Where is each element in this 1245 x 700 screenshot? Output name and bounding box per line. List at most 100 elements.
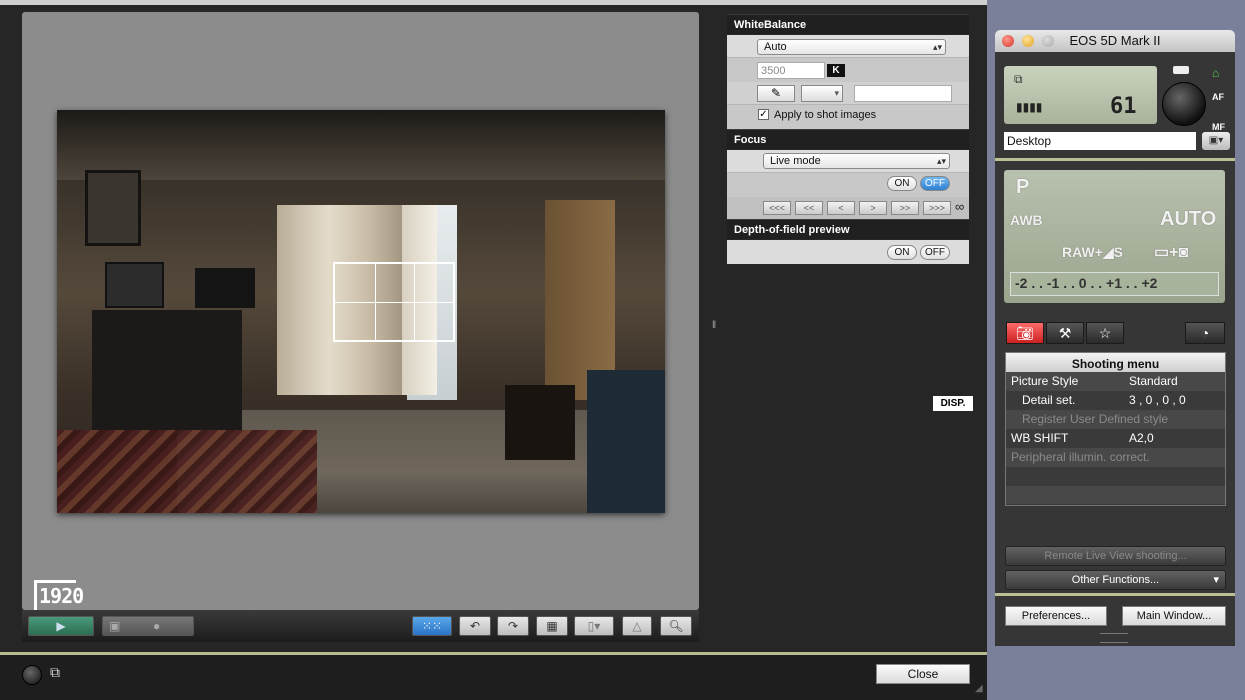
focus-on-button[interactable]: ON	[887, 176, 917, 191]
disp-badge[interactable]: DISP.	[933, 396, 973, 411]
photo-stool	[505, 385, 575, 460]
wb-preset-field[interactable]	[854, 85, 952, 102]
whitebalance-panel: Auto ▴▾ 3500 K ✎ ▾ ✓ Apply to shot images	[727, 35, 969, 129]
kelvin-input[interactable]: 3500	[757, 62, 825, 79]
infinity-icon: ∞	[955, 199, 965, 214]
zoom-icon[interactable]: 🔍︎	[660, 616, 692, 636]
menu-row-peripheral[interactable]: Peripheral illumin. correct.	[1006, 448, 1225, 467]
focus-near-2-button[interactable]: <<	[795, 201, 823, 215]
photo-rug	[57, 430, 317, 513]
tab-setup-icon[interactable]: ⚒	[1046, 322, 1084, 344]
shooting-menu-title: Shooting menu	[1006, 353, 1225, 372]
eyedropper-icon[interactable]: ✎	[757, 85, 795, 102]
camera-resize-grip-icon[interactable]	[1100, 633, 1128, 643]
zoom-window-icon[interactable]	[1042, 35, 1054, 47]
menu-key: Register User Defined style	[1022, 412, 1169, 426]
af-frame[interactable]	[333, 262, 455, 342]
wb-mode-select[interactable]: Auto ▴▾	[757, 39, 946, 55]
menu-key: Picture Style	[1011, 374, 1079, 388]
focus-panel: Live mode ▴▾ ON OFF <<< << < > >> >>> ∞	[727, 150, 969, 220]
close-button[interactable]: Close	[876, 664, 970, 684]
live-view-toolbar: ▶ ▣ ● ⁙⁙ ↶ ↷ ▦ ▯▾ △ 🔍︎	[22, 610, 699, 642]
photo-desk	[92, 310, 242, 430]
camera-settings-icon[interactable]: ⧉	[50, 664, 60, 681]
focus-near-1-button[interactable]: <	[827, 201, 855, 215]
histogram-icon[interactable]: △	[622, 616, 652, 636]
resize-grip-icon[interactable]: ◢	[975, 683, 983, 694]
quality-value[interactable]: RAW+◢S	[1062, 244, 1123, 261]
updown-icon: ▴▾	[936, 156, 946, 166]
menu-row-register-style[interactable]: Register User Defined style	[1006, 410, 1225, 429]
play-icon[interactable]: ▶	[28, 616, 94, 636]
updown-icon: ▴▾	[932, 42, 942, 52]
shots-remaining: 61	[1110, 94, 1137, 119]
menu-key: Peripheral illumin. correct.	[1011, 450, 1150, 464]
movie-record-button[interactable]: ▣ ●	[102, 616, 194, 636]
rotate-left-icon[interactable]: ↶	[459, 616, 491, 636]
battery-icon: ▮▮▮▮	[1016, 100, 1043, 114]
focus-mode-value: Live mode	[770, 155, 821, 167]
dof-off-button[interactable]: OFF	[920, 245, 950, 260]
apply-label: Apply to shot images	[774, 109, 877, 121]
apply-checkbox[interactable]: ✓	[758, 109, 769, 120]
splitter-handle[interactable]: ‖	[712, 320, 718, 332]
menu-value: 3 , 0 , 0 , 0	[1129, 393, 1186, 407]
computer-camera-icon[interactable]: ▭+◙	[1154, 242, 1188, 262]
photo-ceiling	[57, 110, 665, 180]
focus-far-1-button[interactable]: >	[859, 201, 887, 215]
kelvin-unit: K	[827, 64, 845, 77]
mf-label: MF	[1212, 122, 1225, 132]
wb-preset-dropdown[interactable]: ▾	[801, 85, 843, 102]
tab-shooting-icon[interactable]: 📷︎	[1006, 322, 1044, 344]
menu-row-empty	[1006, 467, 1225, 486]
accent-divider	[995, 593, 1235, 596]
window-top-edge	[0, 0, 987, 5]
dof-header: Depth-of-field preview	[727, 219, 969, 239]
wifi-icon: ⌂	[1212, 66, 1220, 80]
focus-mode-select[interactable]: Live mode ▴▾	[763, 153, 950, 169]
focus-near-3-button[interactable]: <<<	[763, 201, 791, 215]
camera-dial[interactable]	[1162, 82, 1206, 126]
drive-mode-icon: ⧉	[1014, 72, 1023, 86]
close-window-icon[interactable]	[1002, 35, 1014, 47]
menu-row-wb-shift[interactable]: WB SHIFT A2,0	[1006, 429, 1225, 448]
whitebalance-header: WhiteBalance	[727, 14, 969, 34]
settings-lcd: P AWB AUTO RAW+◢S ▭+◙ -2 . . -1 . . 0 . …	[1004, 170, 1225, 303]
other-functions-label: Other Functions...	[1071, 574, 1160, 586]
destination-field[interactable]: Desktop	[1004, 132, 1196, 150]
menu-value: A2,0	[1129, 431, 1154, 445]
live-view-footer	[0, 652, 987, 700]
grid-overlay-icon[interactable]: ▦	[536, 616, 568, 636]
menu-key: Detail set.	[1022, 393, 1076, 407]
focus-off-button[interactable]: OFF	[920, 176, 950, 191]
camera-menu-dropdown[interactable]: ▣▾	[1202, 132, 1230, 150]
menu-row-picture-style[interactable]: Picture Style Standard	[1006, 372, 1225, 391]
minimize-window-icon[interactable]	[1022, 35, 1034, 47]
tab-mymenu-icon[interactable]: ☆	[1086, 322, 1124, 344]
record-knob-icon[interactable]	[22, 665, 42, 685]
tab-timer-icon[interactable]: ◔	[1185, 322, 1225, 344]
af-point-grid-icon[interactable]: ⁙⁙	[412, 616, 452, 636]
watermark-logo: 1920	[34, 580, 84, 610]
aspect-ratio-icon[interactable]: ▯▾	[574, 616, 614, 636]
other-functions-button[interactable]: Other Functions... ▾	[1005, 570, 1226, 590]
iso-value[interactable]: AUTO	[1160, 208, 1216, 231]
remote-live-view-button[interactable]: Remote Live View shooting...	[1005, 546, 1226, 566]
focus-far-3-button[interactable]: >>>	[923, 201, 951, 215]
dof-on-button[interactable]: ON	[887, 245, 917, 260]
mode-value[interactable]: P	[1016, 176, 1029, 199]
menu-key: WB SHIFT	[1011, 431, 1069, 445]
focus-header: Focus	[727, 129, 969, 149]
menu-row-detail-set[interactable]: Detail set. 3 , 0 , 0 , 0	[1006, 391, 1225, 410]
preferences-button[interactable]: Preferences...	[1005, 606, 1107, 626]
photo-monitor	[105, 262, 164, 308]
focus-far-2-button[interactable]: >>	[891, 201, 919, 215]
focus-nav-row: <<< << < > >> >>> ∞	[727, 197, 969, 220]
af-label: AF	[1212, 92, 1224, 102]
rotate-right-icon[interactable]: ↷	[497, 616, 529, 636]
main-window-button[interactable]: Main Window...	[1122, 606, 1226, 626]
movie-icon: ▣	[109, 619, 121, 633]
card-indicator-icon	[1173, 66, 1189, 74]
photo-bed	[587, 370, 665, 513]
wb-value[interactable]: AWB	[1010, 212, 1043, 228]
